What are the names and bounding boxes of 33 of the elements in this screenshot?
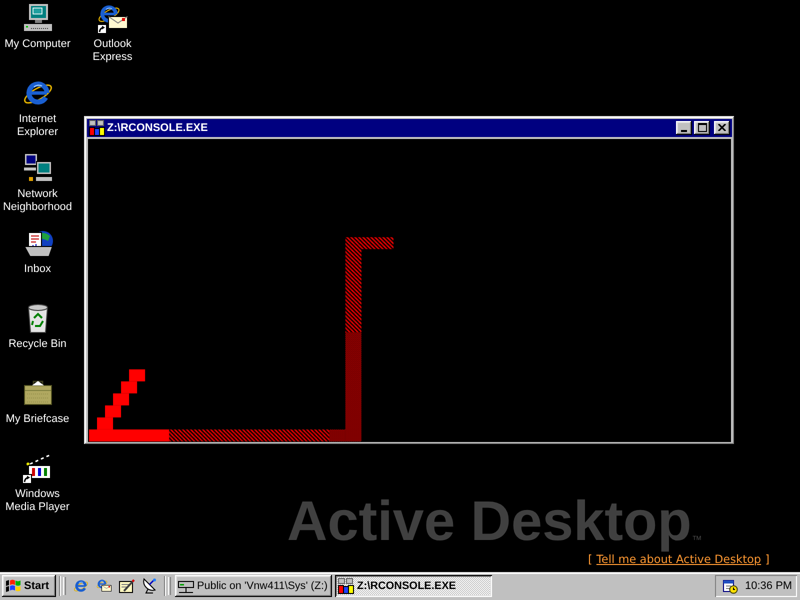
icon-label[interactable]: My Briefcase — [6, 413, 70, 426]
open-bracket: [ — [588, 553, 592, 566]
satellite-dish-icon[interactable] — [142, 578, 158, 594]
minimize-icon — [681, 130, 687, 132]
pencil-pad-icon[interactable] — [119, 578, 135, 594]
icon-label[interactable]: Internet Explorer — [0, 113, 75, 139]
icon-label[interactable]: Windows Media Player — [0, 488, 75, 514]
icon-label[interactable]: Outlook Express — [75, 38, 150, 64]
networked-computers-icon[interactable] — [22, 152, 54, 184]
clock-text[interactable]: 10:36 PM — [745, 580, 792, 592]
taskbar-button[interactable]: Z:\RCONSOLE.EXE — [335, 575, 492, 597]
icon-label[interactable]: Network Neighborhood — [0, 188, 75, 214]
app-logo-icon — [338, 578, 354, 594]
start-button[interactable]: Start — [2, 575, 56, 597]
computer-icon[interactable] — [22, 2, 54, 34]
close-button[interactable] — [714, 120, 730, 135]
calendar-clock-icon[interactable] — [722, 578, 738, 594]
e-envelope-icon[interactable] — [96, 578, 112, 594]
close-icon — [718, 124, 726, 132]
network-drive-icon — [178, 578, 194, 594]
icon-label[interactable]: My Computer — [4, 38, 71, 51]
info-link[interactable]: Tell me about Active Desktop — [596, 553, 762, 566]
app-logo-icon — [89, 120, 105, 136]
taskbar-button[interactable]: Public on 'Vnw411\Sys' (Z:) — [175, 575, 332, 597]
icon-label[interactable]: Inbox — [24, 263, 51, 276]
maximize-button[interactable] — [694, 120, 710, 135]
window-title: Z:\RCONSOLE.EXE — [107, 122, 208, 134]
desktop-banner-title: Active Desktop — [287, 490, 692, 552]
close-bracket: ] — [765, 553, 770, 566]
minimize-button[interactable] — [676, 120, 692, 135]
icon-label[interactable]: Recycle Bin — [8, 338, 67, 351]
flag-icon — [5, 579, 21, 593]
maximize-icon — [698, 123, 706, 132]
